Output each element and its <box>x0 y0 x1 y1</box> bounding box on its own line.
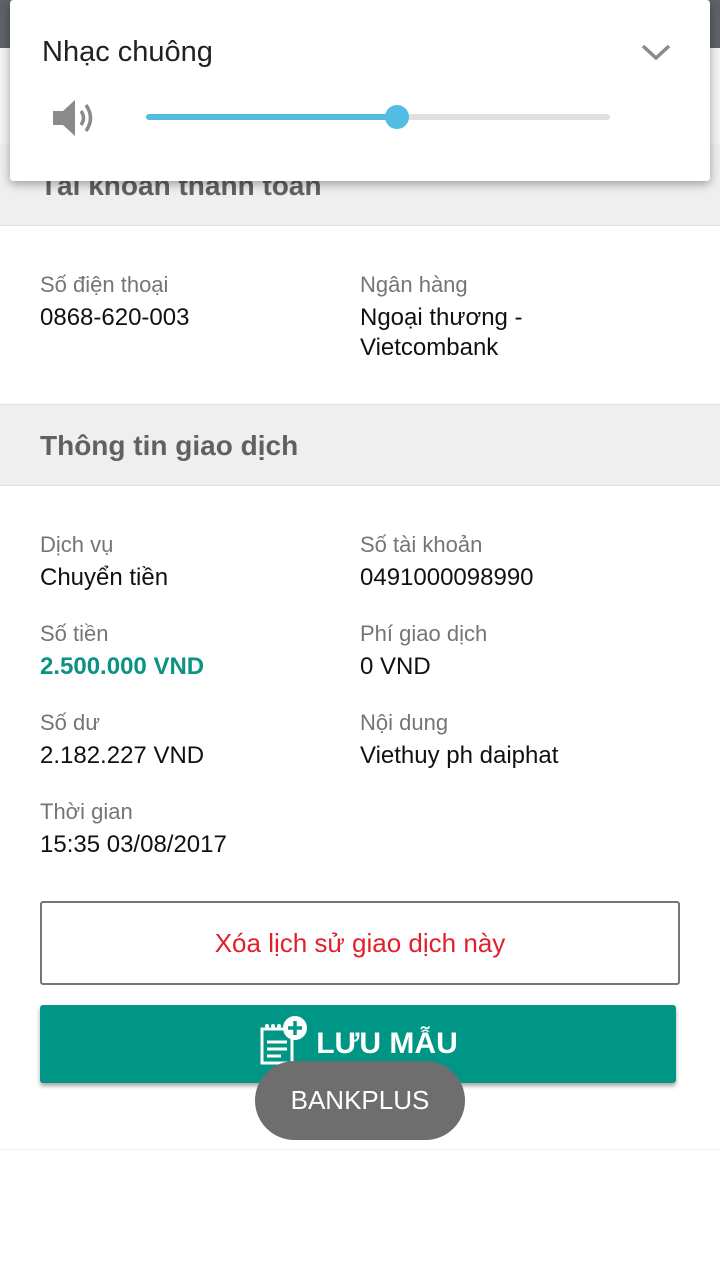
service-label: Dịch vụ <box>40 532 114 557</box>
delete-history-button[interactable]: Xóa lịch sử giao dịch này <box>40 901 680 985</box>
volume-slider-thumb[interactable] <box>384 105 409 129</box>
volume-panel-title: Nhạc chuông <box>42 36 213 68</box>
delete-history-label: Xóa lịch sử giao dịch này <box>214 927 506 958</box>
account-card: Số điện thoại 0868-620-003 Ngân hàng Ngo… <box>0 225 720 405</box>
time-label: Thời gian <box>40 799 133 824</box>
chevron-down-icon[interactable] <box>638 38 674 66</box>
balance-value: 2.182.227 VND <box>40 742 205 769</box>
content-label: Nội dung <box>360 710 449 735</box>
account-number-label: Số tài khoản <box>360 532 483 557</box>
speaker-icon[interactable] <box>50 96 100 140</box>
volume-slider[interactable] <box>146 105 610 129</box>
toast-message: BANKPLUS <box>255 1061 465 1140</box>
amount-label: Số tiền <box>40 621 109 646</box>
balance-label: Số dư <box>40 710 100 735</box>
save-template-label: LƯU MẪU <box>316 1027 458 1060</box>
ringtone-volume-panel: Nhạc chuông <box>10 0 710 181</box>
fee-label: Phí giao dịch <box>360 621 488 646</box>
section-title-transaction: Thông tin giao dịch <box>40 430 299 461</box>
toast-text: BANKPLUS <box>290 1085 430 1115</box>
time-value: 15:35 03/08/2017 <box>40 831 227 858</box>
service-value: Chuyển tiền <box>40 564 169 591</box>
volume-slider-fill <box>146 114 397 120</box>
content-value: Viethuy ph daiphat <box>360 742 559 769</box>
bank-value: Ngoại thương - Vietcombank <box>360 304 523 361</box>
amount-value: 2.500.000 VND <box>40 653 205 680</box>
bank-label: Ngân hàng <box>360 272 468 297</box>
phone-value: 0868-620-003 <box>40 304 190 331</box>
account-number-value: 0491000098990 <box>360 564 534 591</box>
phone-label: Số điện thoại <box>40 272 169 297</box>
fee-value: 0 VND <box>360 653 431 680</box>
add-template-icon <box>260 1016 308 1065</box>
